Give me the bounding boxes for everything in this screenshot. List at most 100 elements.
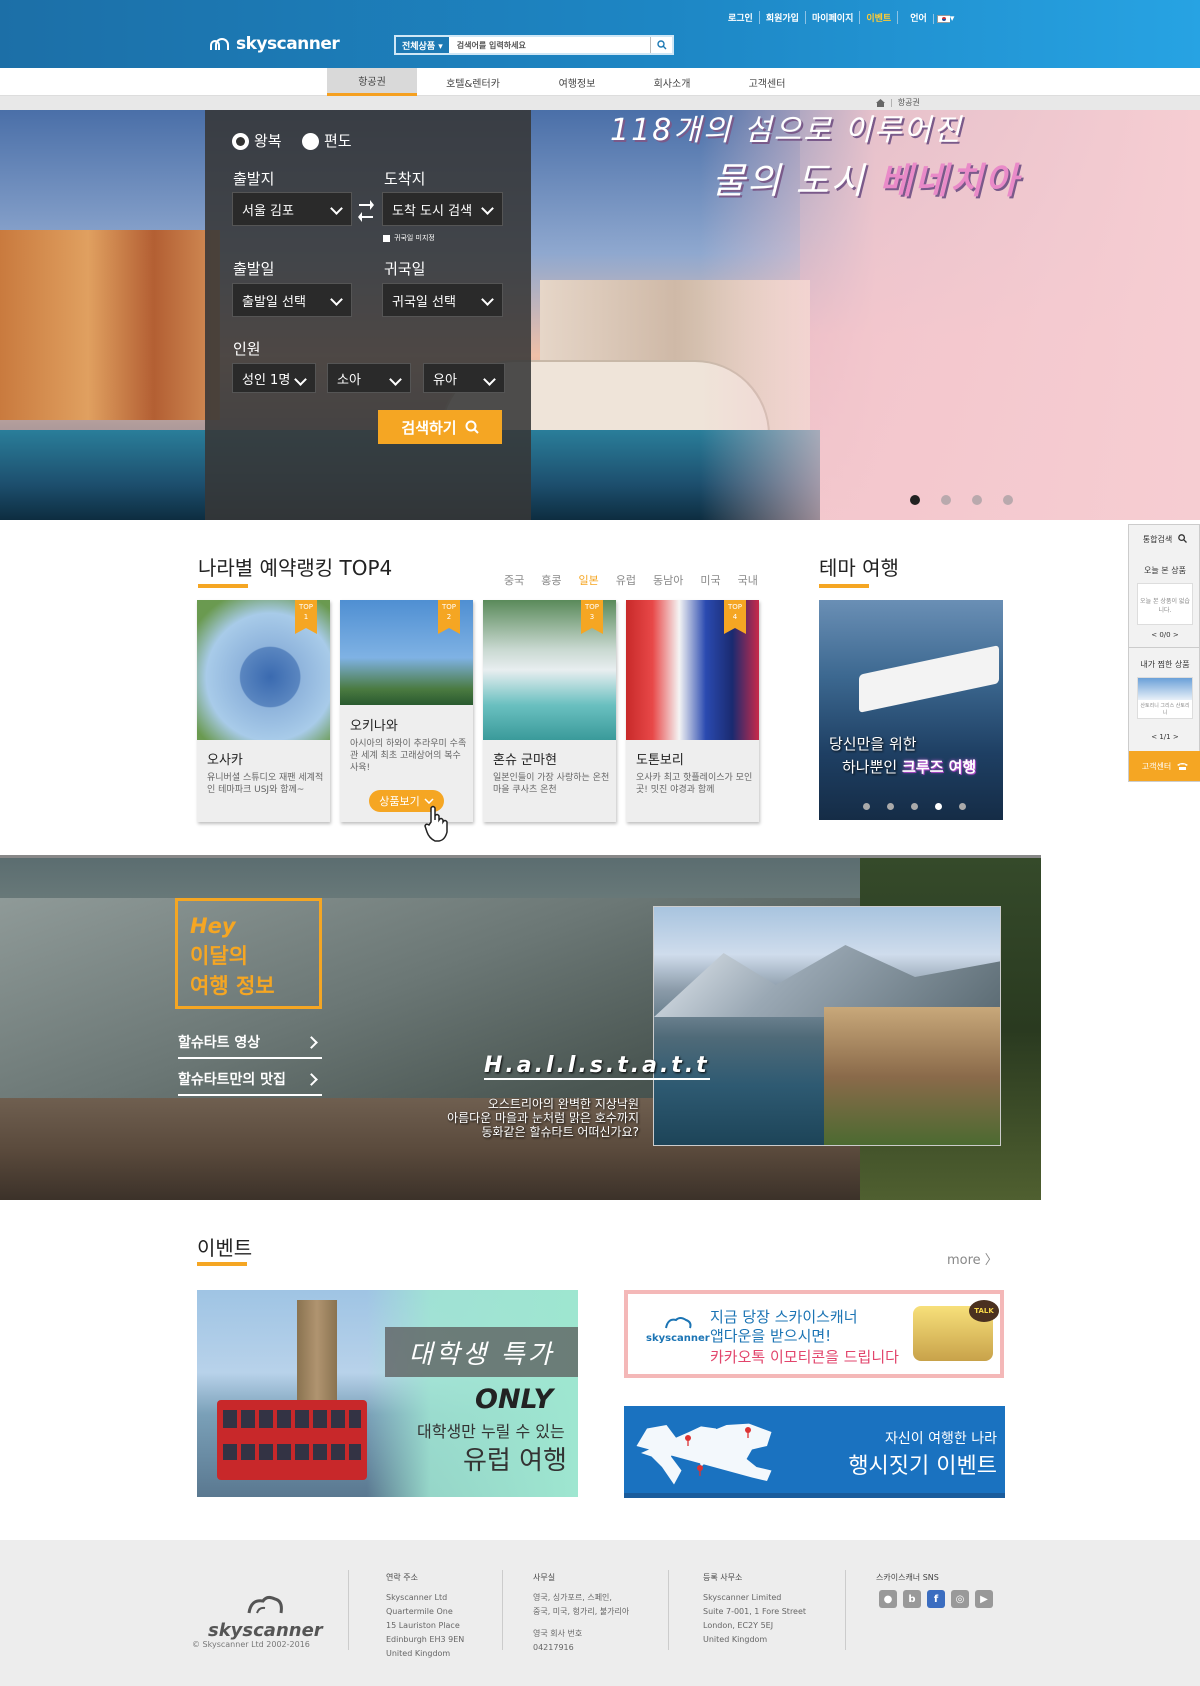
world-map-image bbox=[636, 1423, 772, 1485]
theme-dot-4[interactable] bbox=[935, 803, 942, 810]
flight-search-button[interactable]: 검색하기 bbox=[378, 410, 502, 444]
kakao-icon[interactable]: ● bbox=[879, 1590, 897, 1608]
theme-dot-2[interactable] bbox=[887, 803, 894, 810]
hero-dot-2[interactable] bbox=[941, 495, 951, 505]
from-select[interactable]: 서울 김포 bbox=[232, 192, 352, 226]
return-label: 귀국일 bbox=[384, 260, 426, 278]
app-line1: 지금 당장 스카이스캐너 bbox=[710, 1308, 858, 1326]
youtube-icon[interactable]: ▶ bbox=[975, 1590, 993, 1608]
signup-link[interactable]: 회원가입 bbox=[760, 11, 806, 24]
language-select[interactable]: 언어 ▾ bbox=[898, 11, 960, 24]
monthly-info-box: Hey 이달의 여행 정보 bbox=[175, 898, 322, 1009]
app-download-event-banner[interactable]: skyscanner 지금 당장 스카이스캐너 앱다운을 받으시면! 카카오톡 … bbox=[624, 1290, 1004, 1378]
rank-card-okinawa[interactable]: TOP 2 오키나와 아시아의 하와이 추라우미 수족관 세계 최초 고래상어의 … bbox=[340, 600, 473, 822]
theme-underline bbox=[819, 584, 869, 588]
no-return-checkbox[interactable]: 귀국일 미지정 bbox=[383, 233, 435, 243]
recent-pager[interactable]: < 0/0 > bbox=[1129, 631, 1200, 639]
student-sub: 대학생만 누릴 수 있는 bbox=[417, 1422, 565, 1441]
hero-banner bbox=[0, 110, 1200, 520]
cloud-icon bbox=[664, 1317, 692, 1329]
wish-item[interactable]: 산토리니 그리스 산토리니 bbox=[1137, 677, 1193, 719]
map-line1: 자신이 여행한 나라 bbox=[885, 1431, 997, 1447]
search-category-select[interactable]: 전체상품 ▾ bbox=[396, 37, 449, 53]
theme-dot-3[interactable] bbox=[911, 803, 918, 810]
adult-select[interactable]: 성인 1명 bbox=[232, 363, 316, 393]
tab-china[interactable]: 중국 bbox=[504, 572, 524, 588]
header-search: 전체상품 ▾ 검색어를 입력하세요 bbox=[394, 35, 674, 55]
footer-copyright: © Skyscanner Ltd 2002-2016 bbox=[192, 1640, 310, 1649]
footer-registered: 등록 사무소 Skyscanner Limited Suite 7-001, 1… bbox=[703, 1573, 807, 1644]
sns-links: ● b f ◎ ▶ bbox=[879, 1590, 993, 1608]
people-label: 인원 bbox=[233, 340, 261, 358]
search-icon[interactable] bbox=[650, 37, 672, 53]
wish-title: 내가 찜한 상품 bbox=[1140, 660, 1190, 669]
tab-europe[interactable]: 유럽 bbox=[616, 572, 636, 588]
rank-card-osaka[interactable]: TOP 1 오사카 유니버셜 스튜디오 재팬 세계적인 테마파크 USJ와 함께~ bbox=[197, 600, 330, 822]
trip-type-oneway[interactable]: 편도 bbox=[302, 130, 352, 151]
hallstatt-video-link[interactable]: 할슈타트 영상 bbox=[178, 1026, 322, 1059]
tab-southeast-asia[interactable]: 동남아 bbox=[653, 572, 683, 588]
theme-dot-5[interactable] bbox=[959, 803, 966, 810]
hero-dot-1[interactable] bbox=[910, 495, 920, 505]
theme-title: 테마 여행 bbox=[819, 556, 899, 580]
map-line2: 행시짓기 이벤트 bbox=[848, 1454, 997, 1479]
tab-japan[interactable]: 일본 bbox=[579, 572, 599, 588]
child-select[interactable]: 소아 bbox=[327, 363, 411, 393]
hero-dot-4[interactable] bbox=[1003, 495, 1013, 505]
trip-type-roundtrip[interactable]: 왕복 bbox=[232, 130, 282, 151]
events-more-link[interactable]: more 〉 bbox=[947, 1249, 998, 1268]
student-event-banner[interactable]: 대학생 특가 ONLY 대학생만 누릴 수 있는 유럽 여행 bbox=[197, 1290, 578, 1497]
map-pin-icon bbox=[697, 1465, 703, 1476]
depart-select[interactable]: 출발일 선택 bbox=[232, 283, 352, 317]
student-main: 유럽 여행 bbox=[463, 1446, 567, 1476]
facebook-icon[interactable]: f bbox=[927, 1590, 945, 1608]
top-links: 로그인 회원가입 마이페이지 이벤트 언어 ▾ bbox=[722, 11, 960, 24]
return-select[interactable]: 귀국일 선택 bbox=[382, 283, 503, 317]
nav-flights[interactable]: 항공권 bbox=[327, 68, 417, 96]
card-title: 오사카 bbox=[207, 753, 243, 768]
infant-select[interactable]: 유아 bbox=[423, 363, 505, 393]
tab-hongkong[interactable]: 홍콩 bbox=[541, 572, 561, 588]
hallstatt-photo bbox=[653, 906, 1001, 1146]
nav-hotels[interactable]: 호텔&렌터카 bbox=[428, 68, 518, 96]
to-select[interactable]: 도착 도시 검색 bbox=[382, 192, 503, 226]
breadcrumb-bar bbox=[0, 96, 1200, 110]
theme-banner[interactable]: 당신만을 위한 하나뿐인 크루즈 여행 bbox=[819, 600, 1003, 820]
rank-badge: TOP 1 bbox=[295, 600, 317, 634]
sidebar-search[interactable]: 통합검색 bbox=[1129, 534, 1200, 545]
wish-pager[interactable]: < 1/1 > bbox=[1129, 733, 1200, 741]
tab-usa[interactable]: 미국 bbox=[700, 572, 720, 588]
instagram-icon[interactable]: ◎ bbox=[951, 1590, 969, 1608]
depart-label: 출발일 bbox=[233, 260, 275, 278]
event-link[interactable]: 이벤트 bbox=[860, 11, 899, 24]
swap-icon[interactable] bbox=[358, 196, 374, 228]
cruise-ship-image bbox=[859, 645, 999, 713]
rank-card-dotonbori[interactable]: TOP 4 도톤보리 오사카 최고 핫플레이스가 모인 곳! 밋진 야경과 함께 bbox=[626, 600, 759, 822]
logo[interactable]: skyscanner bbox=[210, 34, 340, 54]
radio-icon bbox=[302, 133, 319, 150]
nav-company[interactable]: 회사소개 bbox=[627, 68, 717, 96]
hero-dot-3[interactable] bbox=[972, 495, 982, 505]
rank-card-gunma[interactable]: TOP 3 혼슈 군마현 일본인들이 가장 사랑하는 온천마을 쿠사츠 온천 bbox=[483, 600, 616, 822]
korea-flag-icon bbox=[936, 14, 950, 23]
map-pin-icon bbox=[685, 1435, 691, 1446]
map-event-banner[interactable]: 자신이 여행한 나라 행시짓기 이벤트 bbox=[624, 1406, 1005, 1498]
mypage-link[interactable]: 마이페이지 bbox=[806, 11, 861, 24]
kakao-character-image bbox=[913, 1300, 999, 1361]
map-pin-icon bbox=[745, 1427, 751, 1438]
nav-customer-center[interactable]: 고객센터 bbox=[722, 68, 812, 96]
cloud-icon bbox=[247, 1595, 284, 1614]
to-label: 도착지 bbox=[384, 170, 426, 188]
customer-center-button[interactable]: 고객센터 bbox=[1129, 751, 1200, 781]
student-only: ONLY bbox=[475, 1384, 554, 1415]
search-input[interactable]: 검색어를 입력하세요 bbox=[449, 40, 650, 51]
footer-sns-title: 스카이스캐너 SNS bbox=[876, 1573, 939, 1582]
card-desc: 일본인들이 가장 사랑하는 온천마을 쿠사츠 온천 bbox=[493, 773, 610, 795]
login-link[interactable]: 로그인 bbox=[722, 11, 760, 24]
theme-dot-1[interactable] bbox=[863, 803, 870, 810]
blog-icon[interactable]: b bbox=[903, 1590, 921, 1608]
nav-travel-info[interactable]: 여행정보 bbox=[532, 68, 622, 96]
hallstatt-restaurant-link[interactable]: 할슈타트만의 맛집 bbox=[178, 1063, 322, 1096]
recent-empty: 오늘 본 상품이 없습니다. bbox=[1137, 583, 1193, 625]
tab-domestic[interactable]: 국내 bbox=[738, 572, 758, 588]
